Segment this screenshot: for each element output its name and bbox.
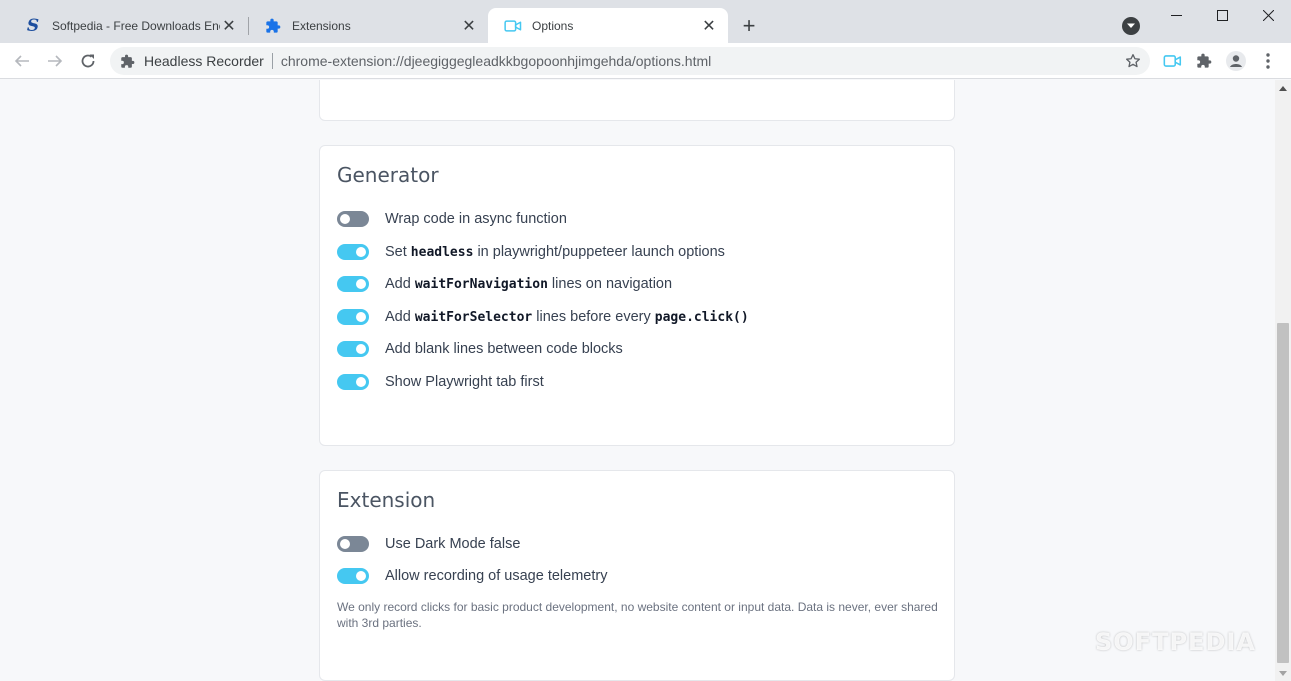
option-row: Use Dark Mode false — [337, 534, 520, 554]
close-icon — [1262, 9, 1274, 21]
scroll-up-arrow-icon[interactable] — [1275, 80, 1291, 96]
label-text: lines before every — [532, 308, 655, 325]
label-text: lines on navigation — [547, 276, 673, 293]
headless-recorder-extension-button[interactable] — [1161, 50, 1183, 72]
option-label: Add waitForSelector lines before every p… — [385, 309, 749, 325]
tab-title: Extensions — [292, 18, 351, 33]
extension-card: Extension Use Dark Mode false Allow recor… — [319, 470, 955, 681]
code-snippet: headless — [410, 244, 474, 260]
label-text: Allow recording of usage telemetry — [385, 568, 608, 584]
tab-search-button[interactable] — [1122, 17, 1140, 35]
maximize-button[interactable] — [1199, 0, 1245, 30]
tab-title: Options — [532, 18, 574, 33]
option-label: Use Dark Mode false — [385, 536, 520, 552]
code-snippet: waitForNavigation — [414, 277, 548, 293]
forward-button[interactable] — [43, 49, 67, 73]
label-text: in playwright/puppeteer launch options — [473, 243, 725, 260]
toggle-switch[interactable] — [337, 536, 369, 552]
label-text: Add — [385, 308, 415, 325]
toggle-switch[interactable] — [337, 341, 369, 358]
option-row: Add waitForNavigation lines on navigatio… — [337, 274, 672, 294]
puzzle-icon — [120, 53, 136, 69]
toggle-switch[interactable] — [337, 308, 369, 325]
label-text: Add — [385, 276, 415, 293]
option-row: Wrap code in async function — [337, 209, 567, 229]
code-snippet: waitForSelector — [414, 309, 533, 325]
close-tab-icon[interactable]: ✕ — [460, 17, 478, 35]
toggle-switch[interactable] — [337, 211, 369, 227]
reload-button[interactable] — [76, 49, 100, 73]
arrow-right-icon — [48, 55, 63, 67]
generator-title: Generator — [337, 163, 439, 187]
extension-title: Extension — [337, 488, 436, 512]
close-window-button[interactable] — [1245, 0, 1291, 30]
maximize-icon — [1216, 9, 1228, 21]
more-vertical-icon — [1266, 53, 1270, 69]
option-label: Show Playwright tab first — [385, 374, 544, 390]
softpedia-watermark: SOFTPEDIA — [1095, 628, 1256, 656]
minimize-button[interactable] — [1153, 0, 1199, 30]
video-camera-icon — [1163, 55, 1181, 67]
tab-options[interactable]: Options ✕ — [488, 8, 728, 43]
close-tab-icon[interactable]: ✕ — [220, 17, 238, 35]
label-text: Set — [385, 243, 411, 260]
profile-button[interactable] — [1225, 50, 1247, 72]
label-text: Show Playwright tab first — [385, 374, 544, 390]
divider — [271, 53, 273, 69]
option-row: Show Playwright tab first — [337, 372, 544, 392]
toggle-switch[interactable] — [337, 568, 369, 584]
scrollbar-thumb[interactable] — [1277, 323, 1289, 663]
browser-toolbar: Headless Recorder chrome-extension://dje… — [0, 43, 1291, 79]
reload-icon — [81, 54, 95, 68]
scroll-down-arrow-icon[interactable] — [1275, 665, 1291, 681]
arrow-left-icon — [14, 55, 29, 67]
page-scrollbar[interactable] — [1275, 80, 1291, 681]
option-label: Add blank lines between code blocks — [385, 341, 623, 357]
tab-title: Softpedia - Free Downloads Encyclopedia — [52, 18, 220, 33]
label-text: Add blank lines between code blocks — [385, 341, 623, 358]
close-tab-icon[interactable]: ✕ — [700, 17, 718, 35]
option-row: Allow recording of usage telemetry — [337, 566, 607, 586]
tab-extensions[interactable]: Extensions ✕ — [248, 8, 488, 43]
option-row: Add blank lines between code blocks — [337, 339, 623, 359]
generator-card: Generator Wrap code in async function Set… — [319, 145, 955, 446]
toggle-switch[interactable] — [337, 276, 369, 293]
options-page: Generator Wrap code in async function Set… — [0, 80, 1275, 681]
option-row: Add waitForSelector lines before every p… — [337, 307, 749, 327]
label-text: Wrap code in async function — [385, 211, 567, 227]
chevron-down-icon — [1127, 23, 1135, 28]
back-button[interactable] — [10, 49, 34, 73]
telemetry-note: We only record clicks for basic product … — [337, 600, 938, 630]
extensions-menu-button[interactable] — [1193, 50, 1215, 72]
option-label: Add waitForNavigation lines on navigatio… — [385, 276, 672, 292]
video-camera-icon — [504, 17, 522, 35]
url-text: chrome-extension://djeegiggegleadkkbgopo… — [280, 53, 712, 69]
puzzle-icon — [1197, 53, 1212, 68]
new-tab-button[interactable]: + — [737, 13, 761, 38]
toggle-switch[interactable] — [337, 243, 369, 260]
label-text: Use Dark Mode false — [385, 536, 521, 552]
toggle-switch[interactable] — [337, 374, 369, 390]
option-label: Wrap code in async function — [385, 211, 567, 227]
softpedia-logo-icon: S — [26, 15, 40, 36]
option-label: Allow recording of usage telemetry — [385, 568, 607, 584]
minimize-icon — [1170, 14, 1182, 16]
site-name: Headless Recorder — [144, 53, 264, 69]
tab-strip: S Softpedia - Free Downloads Encyclopedi… — [0, 0, 1291, 43]
avatar-icon — [1226, 51, 1246, 71]
option-label: Set headless in playwright/puppeteer lau… — [385, 244, 725, 260]
option-row: Set headless in playwright/puppeteer lau… — [337, 242, 725, 262]
browser-menu-button[interactable] — [1257, 50, 1279, 72]
bookmark-star-icon[interactable] — [1124, 52, 1142, 70]
tab-softpedia[interactable]: S Softpedia - Free Downloads Encyclopedi… — [8, 8, 248, 43]
puzzle-icon — [264, 17, 282, 35]
address-bar[interactable]: Headless Recorder chrome-extension://dje… — [110, 47, 1150, 75]
previous-settings-card — [319, 80, 955, 121]
code-snippet: page.click() — [654, 309, 749, 325]
